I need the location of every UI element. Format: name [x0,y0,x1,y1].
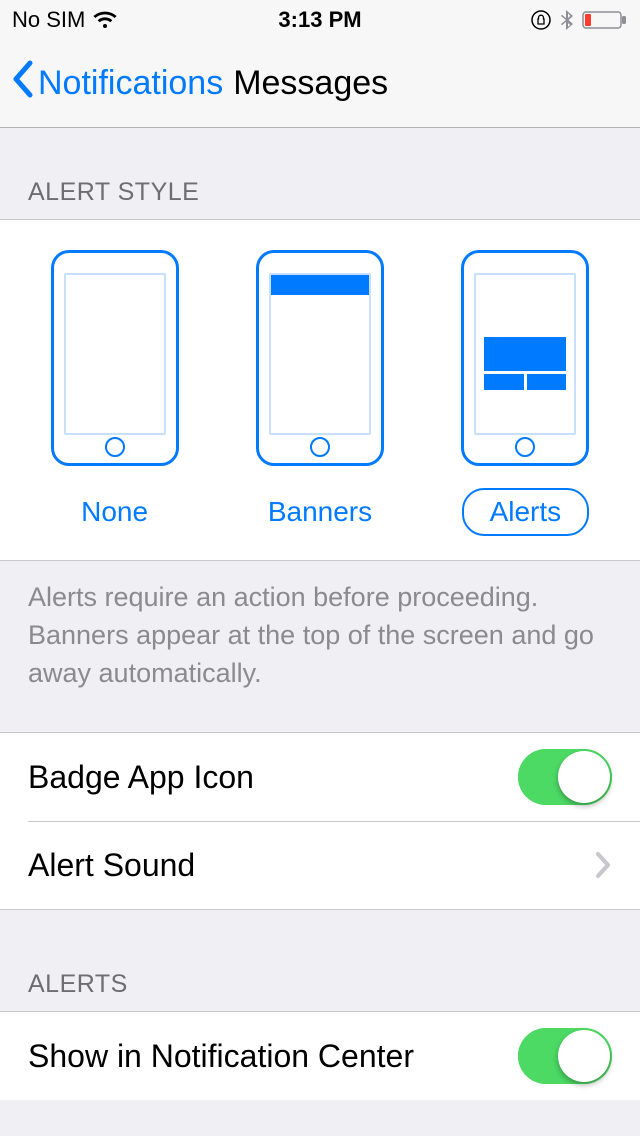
alert-style-banners-label: Banners [240,488,400,536]
section-header-alerts: ALERTS [0,910,640,1011]
wifi-icon [93,10,117,30]
status-left: No SIM [12,7,117,33]
back-label: Notifications [38,64,223,103]
back-button[interactable]: Notifications [10,59,223,108]
show-in-nc-label: Show in Notification Center [28,1038,414,1075]
badge-sound-group: Badge App Icon Alert Sound [0,733,640,910]
badge-app-icon-toggle[interactable] [518,749,612,805]
alert-sound-cell[interactable]: Alert Sound [0,821,640,909]
orientation-lock-icon [530,9,552,31]
phone-preview-banners [256,250,384,466]
alert-style-none[interactable]: None [51,250,179,536]
status-right [530,9,628,31]
alert-style-alerts-label: Alerts [462,488,590,536]
chevron-right-icon [594,850,612,880]
alert-style-alerts[interactable]: Alerts [461,250,589,536]
section-header-alert-style: ALERT STYLE [0,128,640,219]
phone-preview-none [51,250,179,466]
carrier-label: No SIM [12,7,85,33]
badge-app-icon-label: Badge App Icon [28,759,254,796]
battery-low-icon [582,10,628,30]
phone-preview-alerts [461,250,589,466]
chevron-left-icon [10,59,34,108]
status-bar: No SIM 3:13 PM [0,0,640,40]
alerts-group: Show in Notification Center [0,1011,640,1100]
badge-app-icon-cell[interactable]: Badge App Icon [0,733,640,821]
alert-style-none-label: None [53,488,176,536]
nav-bar: Notifications Messages [0,40,640,128]
alert-style-footer: Alerts require an action before proceedi… [0,561,640,733]
show-in-nc-toggle[interactable] [518,1028,612,1084]
alert-sound-label: Alert Sound [28,847,195,884]
alert-style-banners[interactable]: Banners [240,250,400,536]
page-title: Messages [233,64,388,103]
bluetooth-icon [560,9,574,31]
show-in-nc-cell[interactable]: Show in Notification Center [0,1012,640,1100]
alert-style-group: None Banners Alerts [0,219,640,561]
